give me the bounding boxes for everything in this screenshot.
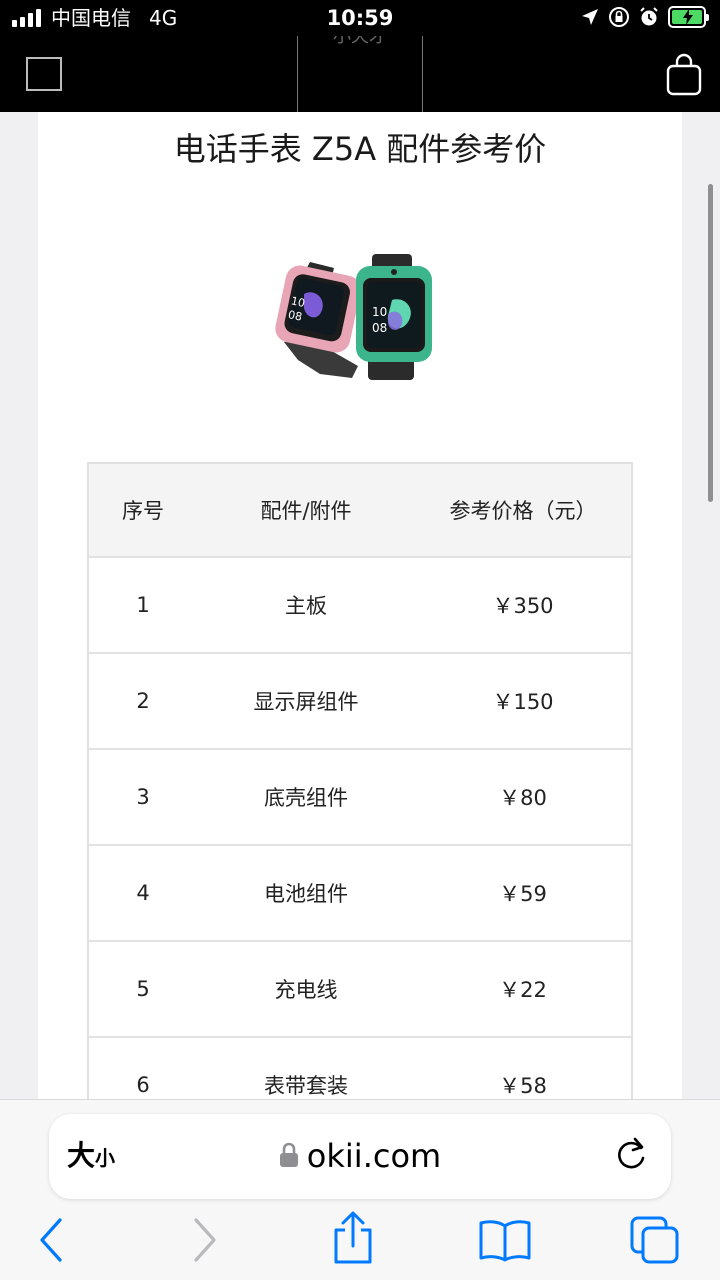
location-arrow-icon [582,9,598,25]
row-price: ￥80 [499,786,547,810]
back-icon[interactable] [34,1216,68,1264]
row-price: ￥350 [492,594,554,618]
screen: { "status_bar": { "carrier": "中国电信", "ne… [0,0,720,1280]
smartwatch-product-image: 10 08 10 08 [275,254,432,380]
row-part: 表带套装 [264,1074,348,1098]
table-row: 4 电池组件 ￥59 [89,846,631,942]
shopping-bag-icon[interactable] [666,52,702,96]
page-title: 电话手表 Z5A 配件参考价 [173,130,547,168]
table-row: 2 显示屏组件 ￥150 [89,654,631,750]
row-price: ￥150 [492,690,554,714]
header-part: 配件/附件 [260,499,352,523]
status-bar: 中国电信 4G 10:59 [0,0,720,36]
svg-text:08: 08 [372,321,387,335]
header-price: 参考价格（元） [449,499,597,523]
row-price: ￥59 [499,882,547,906]
row-index: 4 [136,881,150,905]
table-row: 5 充电线 ￥22 [89,942,631,1038]
lock-icon [279,1142,298,1167]
bookmarks-icon[interactable] [478,1218,532,1262]
row-part: 主板 [285,594,327,618]
orientation-lock-icon [609,7,629,27]
row-part: 显示屏组件 [253,690,359,714]
table-row: 1 主板 ￥350 [89,558,631,654]
price-table: 序号 配件/附件 参考价格（元） 1 主板 ￥350 2 显示屏组件 ￥150 … [87,462,633,1134]
table-row: 3 底壳组件 ￥80 [89,750,631,846]
battery-charging-icon [668,6,709,28]
svg-text:10: 10 [372,305,387,319]
row-index: 1 [136,593,150,617]
row-part: 充电线 [274,978,338,1002]
table-header-row: 序号 配件/附件 参考价格（元） [89,464,631,558]
share-icon[interactable] [330,1210,376,1266]
url-text: okii.com [306,1137,442,1175]
site-header: 小天才 [0,36,720,136]
row-index: 6 [136,1073,150,1097]
reload-icon[interactable] [613,1134,649,1174]
row-index: 2 [136,689,150,713]
row-price: ￥58 [499,1074,547,1098]
tabs-icon[interactable] [628,1214,682,1266]
row-part: 电池组件 [264,882,348,906]
header-index: 序号 [122,499,164,523]
row-index: 3 [136,785,150,809]
page-scrollbar[interactable] [708,184,713,502]
url-display[interactable]: okii.com [49,1136,671,1176]
browser-bottom-bar: 大小 okii.com [0,1099,720,1280]
address-bar[interactable]: 大小 okii.com [49,1114,671,1199]
site-logo-text: 小天才 [333,36,387,47]
row-price: ￥22 [499,978,547,1002]
menu-icon[interactable] [26,57,62,91]
row-index: 5 [136,977,150,1001]
forward-icon[interactable] [188,1216,222,1264]
alarm-icon [640,7,658,26]
row-part: 底壳组件 [264,786,348,810]
status-right [580,6,709,28]
